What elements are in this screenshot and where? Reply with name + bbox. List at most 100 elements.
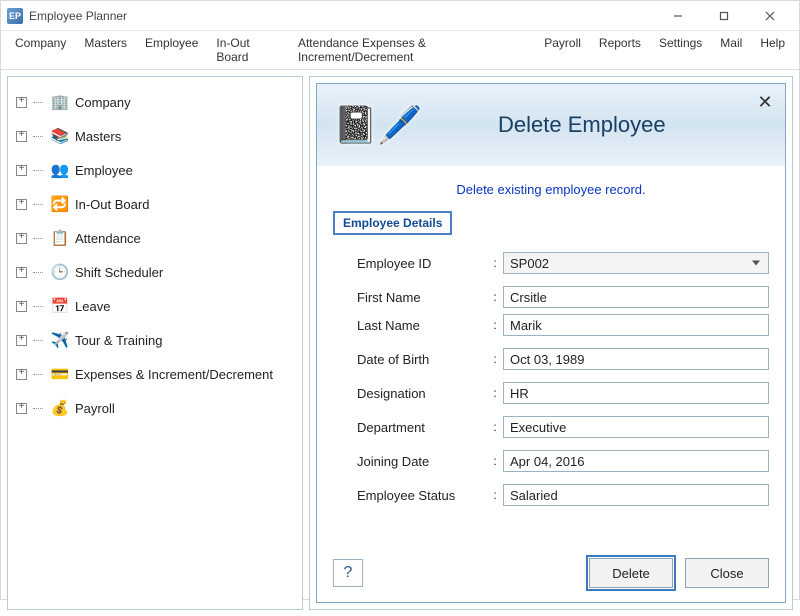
modal-close-button[interactable]: ✕ bbox=[755, 92, 775, 112]
first-name-field[interactable]: Crsitle bbox=[503, 286, 769, 308]
sidebar-item-payroll[interactable]: + 💰 Payroll bbox=[14, 391, 296, 425]
shift-icon: 🕒 bbox=[51, 263, 69, 281]
dob-field[interactable]: Oct 03, 1989 bbox=[503, 348, 769, 370]
sidebar-item-label: Leave bbox=[75, 299, 110, 314]
titlebar: EP Employee Planner bbox=[1, 1, 799, 31]
menu-payroll[interactable]: Payroll bbox=[536, 33, 589, 67]
payroll-icon: 💰 bbox=[51, 399, 69, 417]
designation-field[interactable]: HR bbox=[503, 382, 769, 404]
sidebar-item-label: Expenses & Increment/Decrement bbox=[75, 367, 273, 382]
label-status: Employee Status bbox=[357, 488, 487, 503]
last-name-value: Marik bbox=[510, 318, 542, 333]
expand-icon[interactable]: + bbox=[16, 97, 27, 108]
sidebar-item-tour[interactable]: + ✈️ Tour & Training bbox=[14, 323, 296, 357]
group-label-employee-details: Employee Details bbox=[333, 211, 452, 235]
row-department: Department : Executive bbox=[357, 416, 769, 438]
label-designation: Designation bbox=[357, 386, 487, 401]
expand-icon[interactable]: + bbox=[16, 301, 27, 312]
window-controls bbox=[655, 1, 793, 31]
minimize-button[interactable] bbox=[655, 1, 701, 31]
expand-icon[interactable]: + bbox=[16, 403, 27, 414]
modal-subtitle: Delete existing employee record. bbox=[317, 166, 785, 207]
sidebar-item-masters[interactable]: + 📚 Masters bbox=[14, 119, 296, 153]
close-button[interactable]: Close bbox=[685, 558, 769, 588]
expand-icon[interactable]: + bbox=[16, 233, 27, 244]
sidebar-item-expenses[interactable]: + 💳 Expenses & Increment/Decrement bbox=[14, 357, 296, 391]
expand-icon[interactable]: + bbox=[16, 335, 27, 346]
modal-header: 📓🖊️ Delete Employee ✕ bbox=[317, 84, 785, 166]
sidebar-item-label: Employee bbox=[75, 163, 133, 178]
delete-employee-modal: 📓🖊️ Delete Employee ✕ Delete existing em… bbox=[316, 83, 786, 603]
help-icon: ? bbox=[344, 564, 353, 582]
sidebar-item-leave[interactable]: + 📅 Leave bbox=[14, 289, 296, 323]
masters-icon: 📚 bbox=[51, 127, 69, 145]
expand-icon[interactable]: + bbox=[16, 165, 27, 176]
close-button-label: Close bbox=[710, 566, 743, 581]
sidebar-item-inout[interactable]: + 🔁 In-Out Board bbox=[14, 187, 296, 221]
department-value: Executive bbox=[510, 420, 566, 435]
company-icon: 🏢 bbox=[51, 93, 69, 111]
row-dob: Date of Birth : Oct 03, 1989 bbox=[357, 348, 769, 370]
modal-body: Employee Details Employee ID : SP002 Fir… bbox=[317, 207, 785, 550]
delete-button-label: Delete bbox=[612, 566, 650, 581]
sidebar-item-label: Tour & Training bbox=[75, 333, 162, 348]
label-dob: Date of Birth bbox=[357, 352, 487, 367]
department-field[interactable]: Executive bbox=[503, 416, 769, 438]
sidebar-item-label: Shift Scheduler bbox=[75, 265, 163, 280]
modal-footer: ? Delete Close bbox=[317, 550, 785, 602]
sidebar-item-company[interactable]: + 🏢 Company bbox=[14, 85, 296, 119]
menu-attendance-expenses[interactable]: Attendance Expenses & Increment/Decremen… bbox=[290, 33, 534, 67]
modal-title: Delete Employee bbox=[423, 112, 769, 138]
menu-help[interactable]: Help bbox=[752, 33, 793, 67]
menu-company[interactable]: Company bbox=[7, 33, 74, 67]
modal-area: 📓🖊️ Delete Employee ✕ Delete existing em… bbox=[309, 76, 793, 610]
sidebar-item-label: Company bbox=[75, 95, 131, 110]
row-designation: Designation : HR bbox=[357, 382, 769, 404]
menu-employee[interactable]: Employee bbox=[137, 33, 206, 67]
last-name-field[interactable]: Marik bbox=[503, 314, 769, 336]
dob-value: Oct 03, 1989 bbox=[510, 352, 584, 367]
row-first-name: First Name : Crsitle bbox=[357, 286, 769, 308]
employee-id-select[interactable]: SP002 bbox=[503, 252, 769, 274]
status-value: Salaried bbox=[510, 488, 558, 503]
row-last-name: Last Name : Marik bbox=[357, 314, 769, 336]
menu-masters[interactable]: Masters bbox=[76, 33, 135, 67]
row-joining-date: Joining Date : Apr 04, 2016 bbox=[357, 450, 769, 472]
window-title: Employee Planner bbox=[29, 9, 127, 23]
label-department: Department bbox=[357, 420, 487, 435]
row-employee-id: Employee ID : SP002 bbox=[357, 252, 769, 274]
status-field[interactable]: Salaried bbox=[503, 484, 769, 506]
label-first-name: First Name bbox=[357, 290, 487, 305]
sidebar-item-label: Payroll bbox=[75, 401, 115, 416]
menu-reports[interactable]: Reports bbox=[591, 33, 649, 67]
expand-icon[interactable]: + bbox=[16, 131, 27, 142]
employee-id-value: SP002 bbox=[510, 256, 549, 271]
leave-icon: 📅 bbox=[51, 297, 69, 315]
sidebar: + 🏢 Company + 📚 Masters + 👥 Employee + 🔁… bbox=[7, 76, 303, 610]
close-window-button[interactable] bbox=[747, 1, 793, 31]
expand-icon[interactable]: + bbox=[16, 199, 27, 210]
sidebar-item-shift[interactable]: + 🕒 Shift Scheduler bbox=[14, 255, 296, 289]
designation-value: HR bbox=[510, 386, 529, 401]
app-icon: EP bbox=[7, 8, 23, 24]
tour-icon: ✈️ bbox=[51, 331, 69, 349]
menu-inout[interactable]: In-Out Board bbox=[208, 33, 288, 67]
help-button[interactable]: ? bbox=[333, 559, 363, 587]
delete-button[interactable]: Delete bbox=[589, 558, 673, 588]
inout-icon: 🔁 bbox=[51, 195, 69, 213]
maximize-button[interactable] bbox=[701, 1, 747, 31]
menu-mail[interactable]: Mail bbox=[712, 33, 750, 67]
sidebar-item-attendance[interactable]: + 📋 Attendance bbox=[14, 221, 296, 255]
sidebar-item-employee[interactable]: + 👥 Employee bbox=[14, 153, 296, 187]
first-name-value: Crsitle bbox=[510, 290, 547, 305]
menu-settings[interactable]: Settings bbox=[651, 33, 710, 67]
label-employee-id: Employee ID bbox=[357, 256, 487, 271]
attendance-icon: 📋 bbox=[51, 229, 69, 247]
menubar: Company Masters Employee In-Out Board At… bbox=[1, 31, 799, 70]
expand-icon[interactable]: + bbox=[16, 267, 27, 278]
expand-icon[interactable]: + bbox=[16, 369, 27, 380]
sidebar-item-label: Attendance bbox=[75, 231, 141, 246]
sidebar-item-label: Masters bbox=[75, 129, 121, 144]
label-last-name: Last Name bbox=[357, 318, 487, 333]
joining-date-field[interactable]: Apr 04, 2016 bbox=[503, 450, 769, 472]
